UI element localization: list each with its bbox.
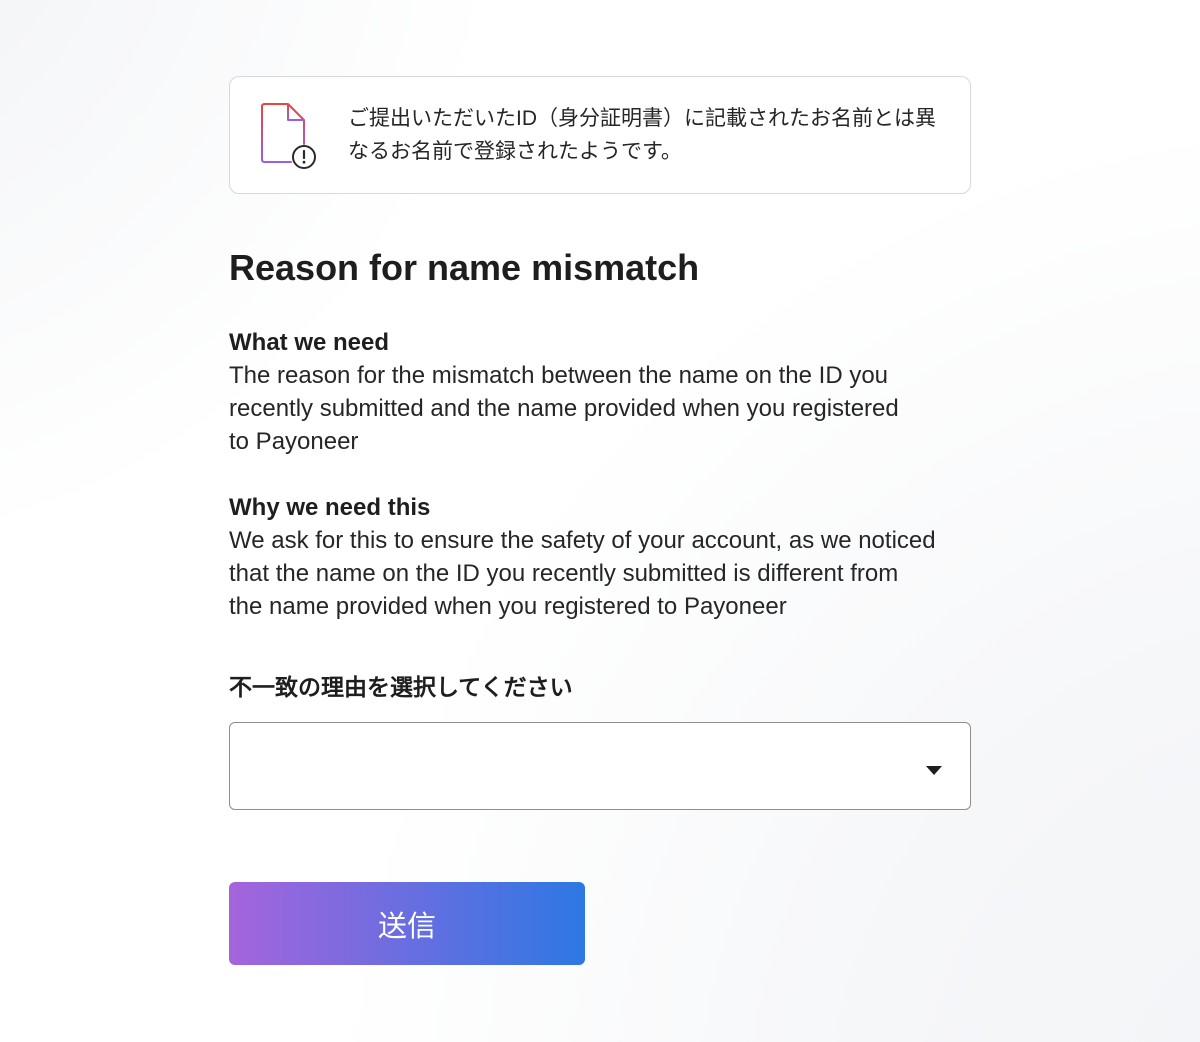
section-body: The reason for the mismatch between the … — [229, 362, 899, 455]
document-warning-icon — [261, 103, 316, 169]
section-title: What we need — [229, 329, 390, 356]
caret-down-icon — [926, 766, 942, 775]
name-mismatch-form: ご提出いただいたID（身分証明書）に記載されたお名前とは異なるお名前で登録された… — [229, 76, 971, 965]
exclamation-dot — [302, 160, 306, 164]
reason-field-label: 不一致の理由を選択してください — [229, 674, 573, 700]
what-we-need-section: What we need The reason for the mismatch… — [229, 326, 971, 458]
alert-message: ご提出いただいたID（身分証明書）に記載されたお名前とは異なるお名前で登録された… — [348, 107, 936, 163]
info-alert: ご提出いただいたID（身分証明書）に記載されたお名前とは異なるお名前で登録された… — [229, 76, 971, 194]
page-title: Reason for name mismatch — [229, 247, 700, 288]
section-body: We ask for this to ensure the safety of … — [229, 527, 936, 620]
why-we-need-this-section: Why we need this We ask for this to ensu… — [229, 491, 971, 623]
section-title: Why we need this — [229, 494, 431, 521]
submit-button[interactable]: 送信 — [229, 882, 585, 965]
reason-select[interactable] — [229, 722, 971, 810]
